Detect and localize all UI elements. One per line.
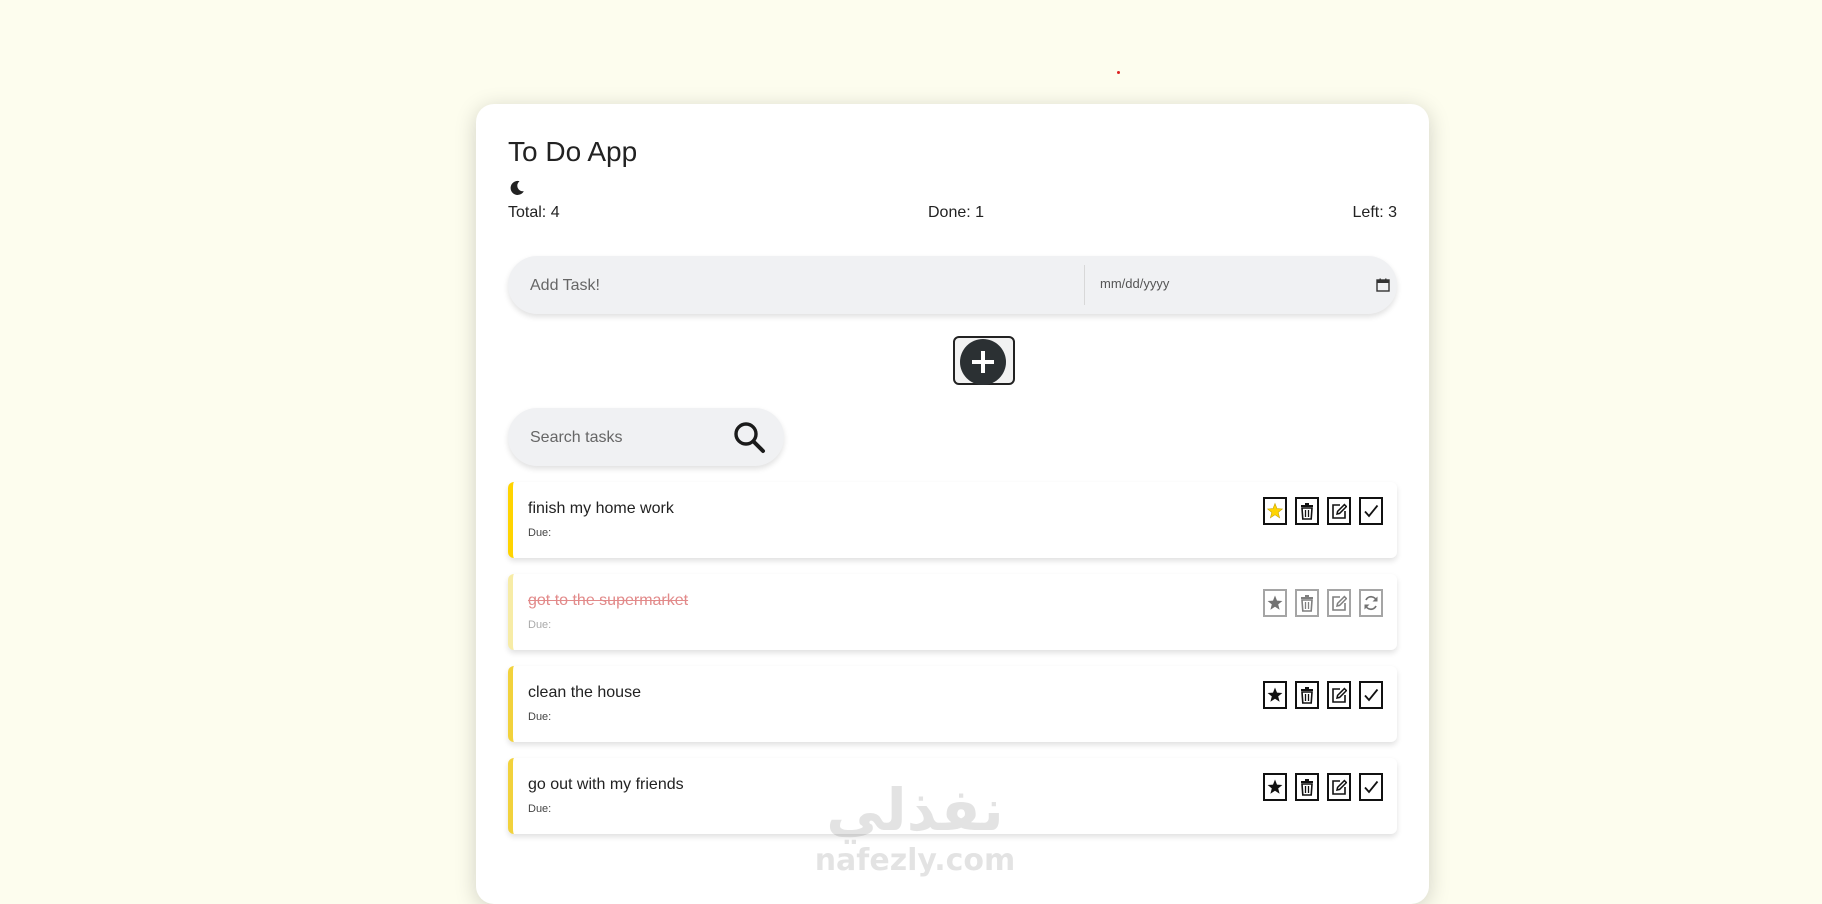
star-button[interactable] xyxy=(1263,589,1287,617)
star-button[interactable] xyxy=(1263,773,1287,801)
input-divider xyxy=(1084,265,1085,305)
edit-icon xyxy=(1332,779,1347,795)
edit-icon xyxy=(1332,503,1347,519)
check-icon xyxy=(1364,688,1379,702)
delete-button[interactable] xyxy=(1295,773,1319,801)
edit-button[interactable] xyxy=(1327,681,1351,709)
watermark: نفذلي nafezly.com xyxy=(805,775,1025,879)
edit-button[interactable] xyxy=(1327,497,1351,525)
add-task-form: mm/dd/yyyy xyxy=(508,256,1397,314)
search-box xyxy=(508,408,784,466)
star-icon xyxy=(1267,687,1283,702)
edit-icon xyxy=(1332,595,1347,611)
stat-total: Total: 4 xyxy=(508,204,560,221)
edit-button[interactable] xyxy=(1327,589,1351,617)
undo-button[interactable] xyxy=(1359,589,1383,617)
watermark-latin: nafezly.com xyxy=(814,843,1016,878)
check-icon xyxy=(1364,504,1379,518)
page-title: To Do App xyxy=(508,136,638,167)
star-icon xyxy=(1267,779,1283,794)
complete-button[interactable] xyxy=(1359,497,1383,525)
add-task-button[interactable] xyxy=(953,336,1015,385)
search-input[interactable] xyxy=(528,423,712,453)
decorative-dot xyxy=(1117,71,1120,74)
calendar-icon[interactable] xyxy=(1376,278,1390,292)
delete-button[interactable] xyxy=(1295,681,1319,709)
star-icon xyxy=(1267,502,1283,519)
task-item: got to the supermarket Due: xyxy=(508,574,1397,650)
task-item: finish my home work Due: xyxy=(508,482,1397,558)
task-due: Due: xyxy=(528,803,552,815)
due-date-input[interactable]: mm/dd/yyyy xyxy=(1100,274,1390,296)
task-text: go out with my friends xyxy=(528,776,684,793)
edit-icon xyxy=(1332,687,1347,703)
trash-icon xyxy=(1301,687,1313,704)
watermark-arabic: نفذلي xyxy=(826,776,1004,844)
plus-icon xyxy=(972,351,994,373)
complete-button[interactable] xyxy=(1359,681,1383,709)
task-item: clean the house Due: xyxy=(508,666,1397,742)
search-icon[interactable] xyxy=(732,420,766,454)
task-due: Due: xyxy=(528,619,552,631)
stat-done: Done: 1 xyxy=(928,204,985,221)
delete-button[interactable] xyxy=(1295,497,1319,525)
add-button-circle xyxy=(960,339,1006,385)
task-text: clean the house xyxy=(528,684,641,701)
task-text: finish my home work xyxy=(528,500,674,517)
edit-button[interactable] xyxy=(1327,773,1351,801)
trash-icon xyxy=(1301,779,1313,796)
check-icon xyxy=(1364,780,1379,794)
star-button[interactable] xyxy=(1263,497,1287,525)
star-icon xyxy=(1267,595,1283,610)
delete-button[interactable] xyxy=(1295,589,1319,617)
stat-left: Left: 3 xyxy=(1352,204,1397,221)
task-due: Due: xyxy=(528,527,552,539)
task-due: Due: xyxy=(528,711,552,723)
task-text: got to the supermarket xyxy=(528,592,689,609)
date-placeholder: mm/dd/yyyy xyxy=(1100,276,1170,291)
trash-icon xyxy=(1301,503,1313,520)
complete-button[interactable] xyxy=(1359,773,1383,801)
add-task-input[interactable] xyxy=(528,271,1072,301)
task-stats: Total: 4 Done: 1 Left: 3 xyxy=(508,204,1397,226)
refresh-icon xyxy=(1364,595,1378,611)
moon-icon[interactable] xyxy=(508,179,526,197)
star-button[interactable] xyxy=(1263,681,1287,709)
trash-icon xyxy=(1301,595,1313,612)
